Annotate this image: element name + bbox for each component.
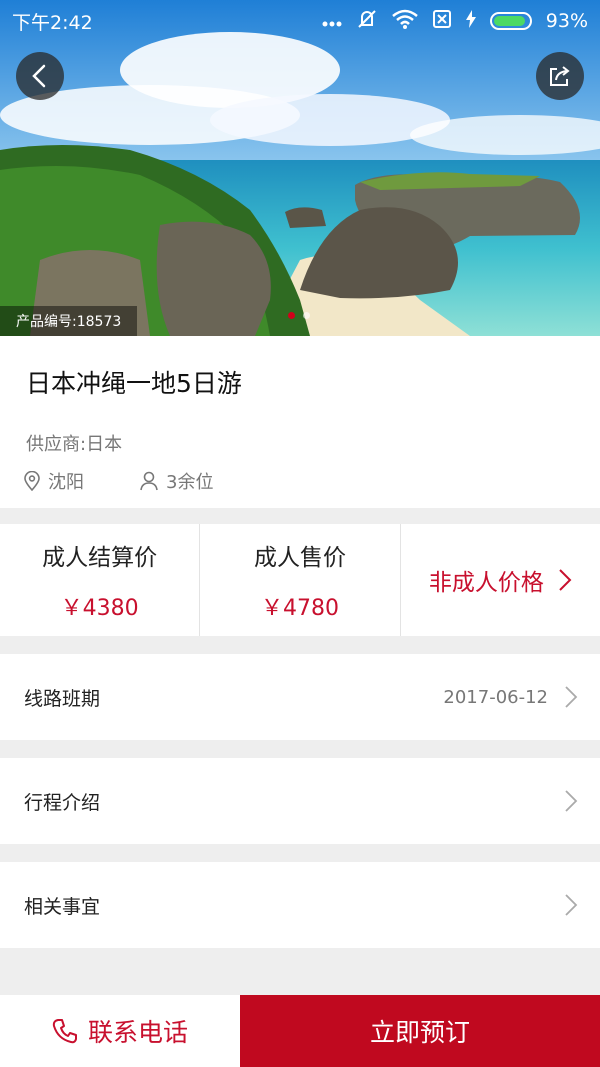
book-now-button[interactable]: 立即预订	[240, 995, 600, 1067]
chevron-right-icon	[559, 569, 572, 591]
vibrate-off-icon	[356, 8, 378, 35]
adult-sale-price-cell: 成人售价 ￥4780	[200, 524, 401, 636]
status-icons: 93%	[322, 8, 588, 35]
chevron-left-icon	[32, 64, 46, 88]
non-adult-price-button[interactable]: 非成人价格	[401, 524, 600, 636]
departure-city: 沈阳	[24, 468, 84, 494]
schedule-label: 线路班期	[24, 687, 101, 710]
battery-icon	[489, 12, 532, 30]
schedule-row-right: 2017-06-12	[443, 685, 578, 709]
notes-label: 相关事宜	[24, 895, 101, 918]
product-title: 日本冲绳一地5日游	[26, 369, 242, 398]
share-icon	[550, 66, 570, 86]
hero-image-carousel[interactable]: 下午2:42 93% 产品编号:18573	[0, 0, 600, 336]
status-bar: 下午2:42 93%	[0, 0, 600, 42]
notes-row[interactable]: 相关事宜	[0, 862, 600, 948]
bottom-action-bar: 联系电话 立即预订	[0, 995, 600, 1067]
wifi-icon	[391, 9, 418, 34]
person-icon	[140, 471, 158, 491]
battery-percent: 93%	[545, 10, 588, 32]
seats-left-text: 3余位	[166, 472, 214, 493]
contact-phone-button[interactable]: 联系电话	[0, 995, 240, 1067]
supplier-text: 供应商:日本	[26, 434, 123, 455]
chevron-right-icon	[565, 894, 578, 916]
carousel-dot	[288, 312, 295, 319]
itinerary-label: 行程介绍	[24, 791, 101, 814]
no-sim-icon	[432, 9, 452, 34]
adult-settlement-price-cell: 成人结算价 ￥4380	[0, 524, 201, 636]
product-code: 产品编号:18573	[0, 306, 138, 336]
non-adult-price-label: 非成人价格	[428, 570, 544, 596]
chevron-right-icon	[565, 790, 578, 812]
location-pin-icon	[24, 471, 40, 491]
schedule-row[interactable]: 线路班期 2017-06-12	[0, 654, 600, 740]
schedule-date: 2017-06-12	[443, 686, 548, 708]
carousel-dot	[303, 312, 310, 319]
product-info: 日本冲绳一地5日游 供应商:日本 沈阳 3余位	[0, 336, 600, 508]
seats-left: 3余位	[140, 468, 213, 494]
book-now-label: 立即预订	[369, 1018, 470, 1047]
product-meta: 沈阳 3余位	[24, 468, 213, 494]
more-icon	[322, 10, 342, 32]
carousel-indicator	[288, 312, 310, 319]
price-section: 成人结算价 ￥4380 成人售价 ￥4780 非成人价格	[0, 524, 600, 636]
departure-city-text: 沈阳	[48, 472, 84, 493]
contact-phone-label: 联系电话	[87, 1018, 188, 1047]
adult-sale-label: 成人售价	[253, 545, 346, 571]
charging-icon	[465, 9, 476, 33]
itinerary-row[interactable]: 行程介绍	[0, 758, 600, 844]
status-time: 下午2:42	[12, 11, 93, 34]
chevron-right-icon	[565, 686, 578, 708]
phone-icon	[52, 1019, 77, 1044]
adult-settlement-price: ￥4380	[60, 596, 139, 621]
adult-sale-price: ￥4780	[260, 596, 339, 621]
adult-settlement-label: 成人结算价	[42, 545, 158, 571]
hero-photo	[0, 0, 600, 336]
share-button[interactable]	[536, 52, 584, 100]
back-button[interactable]	[16, 52, 64, 100]
